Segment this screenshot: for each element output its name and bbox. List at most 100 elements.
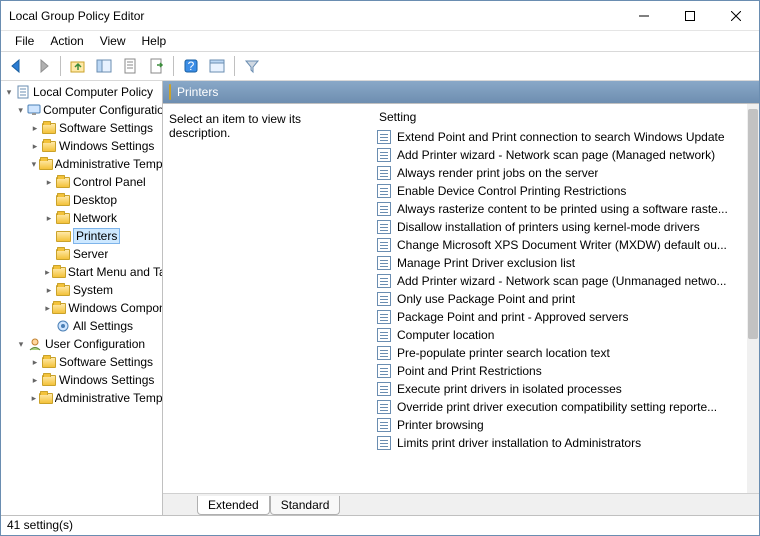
close-button[interactable] (713, 1, 759, 31)
tree-user-configuration[interactable]: ▾User Configuration (1, 335, 162, 353)
list-item-label: Printer browsing (397, 418, 484, 432)
tree-root[interactable]: ▾Local Computer Policy (1, 83, 162, 101)
list-item[interactable]: Extend Point and Print connection to sea… (371, 128, 747, 146)
tree-item[interactable]: ▸Windows Components (1, 299, 162, 317)
folder-icon (41, 357, 57, 368)
policy-setting-icon (377, 256, 391, 270)
scrollbar[interactable] (747, 104, 759, 493)
list-item-label: Always render print jobs on the server (397, 166, 598, 180)
file-menu[interactable]: File (7, 32, 42, 50)
tree-item[interactable]: ▸Network (1, 209, 162, 227)
help-menu[interactable]: Help (134, 32, 175, 50)
action-menu[interactable]: Action (42, 32, 91, 50)
list-item[interactable]: Point and Print Restrictions (371, 362, 747, 380)
tree-computer-configuration[interactable]: ▾Computer Configuration (1, 101, 162, 119)
list-item[interactable]: Execute print drivers in isolated proces… (371, 380, 747, 398)
details-pane: Printers Select an item to view its desc… (163, 81, 759, 515)
chevron-right-icon[interactable]: ▸ (43, 177, 55, 188)
list-item[interactable]: Limits print driver installation to Admi… (371, 434, 747, 452)
list-item[interactable]: Add Printer wizard - Network scan page (… (371, 146, 747, 164)
list-item[interactable]: Change Microsoft XPS Document Writer (MX… (371, 236, 747, 254)
tree-item[interactable]: All Settings (1, 317, 162, 335)
folder-icon (41, 141, 57, 152)
chevron-right-icon[interactable]: ▸ (43, 213, 55, 224)
folder-icon (55, 195, 71, 206)
help-button[interactable]: ? (179, 54, 203, 78)
back-button[interactable] (5, 54, 29, 78)
chevron-down-icon[interactable]: ▾ (3, 87, 15, 98)
list-item-label: Extend Point and Print connection to sea… (397, 130, 725, 144)
list-item[interactable]: Enable Device Control Printing Restricti… (371, 182, 747, 200)
tree-item[interactable]: Server (1, 245, 162, 263)
menu-bar: File Action View Help (1, 31, 759, 51)
chevron-right-icon[interactable]: ▸ (43, 267, 52, 278)
list-item[interactable]: Manage Print Driver exclusion list (371, 254, 747, 272)
policy-setting-icon (377, 382, 391, 396)
policy-setting-icon (377, 148, 391, 162)
list-item[interactable]: Add Printer wizard - Network scan page (… (371, 272, 747, 290)
list-item[interactable]: Package Point and print - Approved serve… (371, 308, 747, 326)
tree-item[interactable]: ▸Software Settings (1, 353, 162, 371)
view-tabs: Extended Standard (163, 493, 759, 515)
tree-item[interactable]: ▸Start Menu and Taskbar (1, 263, 162, 281)
scrollbar-thumb[interactable] (748, 109, 758, 339)
view-menu[interactable]: View (92, 32, 134, 50)
navigation-tree[interactable]: ▾Local Computer Policy ▾Computer Configu… (1, 81, 163, 515)
list-item[interactable]: Only use Package Point and print (371, 290, 747, 308)
list-item[interactable]: Always rasterize content to be printed u… (371, 200, 747, 218)
list-item-label: Package Point and print - Approved serve… (397, 310, 628, 324)
list-item[interactable]: Computer location (371, 326, 747, 344)
status-text: 41 setting(s) (7, 518, 73, 532)
tree-item[interactable]: ▸System (1, 281, 162, 299)
main-area: ▾Local Computer Policy ▾Computer Configu… (1, 81, 759, 515)
templates-button[interactable] (205, 54, 229, 78)
list-item[interactable]: Disallow installation of printers using … (371, 218, 747, 236)
tree-item-printers[interactable]: Printers (1, 227, 162, 245)
chevron-down-icon[interactable]: ▾ (29, 159, 39, 170)
folder-icon (52, 303, 66, 314)
chevron-down-icon[interactable]: ▾ (15, 105, 26, 116)
chevron-right-icon[interactable]: ▸ (29, 375, 41, 386)
chevron-right-icon[interactable]: ▸ (43, 285, 55, 296)
tree-item[interactable]: ▸Windows Settings (1, 371, 162, 389)
folder-open-icon (169, 85, 171, 99)
forward-button[interactable] (31, 54, 55, 78)
tree-item[interactable]: ▸Software Settings (1, 119, 162, 137)
tree-item[interactable]: Desktop (1, 191, 162, 209)
toolbar: ? (1, 51, 759, 81)
properties-button[interactable] (118, 54, 142, 78)
tree-item[interactable]: ▸Administrative Templates (1, 389, 162, 407)
policy-setting-icon (377, 202, 391, 216)
chevron-right-icon[interactable]: ▸ (29, 123, 41, 134)
policy-icon (15, 85, 31, 99)
minimize-button[interactable] (621, 1, 667, 31)
up-folder-button[interactable] (66, 54, 90, 78)
tree-item[interactable]: ▸Windows Settings (1, 137, 162, 155)
tree-item[interactable]: ▾Administrative Templates (1, 155, 162, 173)
list-item-label: Point and Print Restrictions (397, 364, 542, 378)
list-item[interactable]: Always render print jobs on the server (371, 164, 747, 182)
chevron-right-icon[interactable]: ▸ (29, 357, 41, 368)
list-item-label: Limits print driver installation to Admi… (397, 436, 641, 450)
list-item[interactable]: Override print driver execution compatib… (371, 398, 747, 416)
tab-standard[interactable]: Standard (270, 496, 341, 515)
title-bar: Local Group Policy Editor (1, 1, 759, 31)
column-header-setting[interactable]: Setting (371, 104, 747, 128)
list-item-label: Disallow installation of printers using … (397, 220, 700, 234)
tab-extended[interactable]: Extended (197, 496, 270, 515)
chevron-down-icon[interactable]: ▾ (15, 339, 27, 350)
policy-setting-icon (377, 310, 391, 324)
details-title: Printers (177, 85, 218, 99)
tree-item[interactable]: ▸Control Panel (1, 173, 162, 191)
list-item-label: Enable Device Control Printing Restricti… (397, 184, 626, 198)
folder-icon (55, 177, 71, 188)
chevron-right-icon[interactable]: ▸ (43, 303, 52, 314)
chevron-right-icon[interactable]: ▸ (29, 141, 41, 152)
export-button[interactable] (144, 54, 168, 78)
filter-button[interactable] (240, 54, 264, 78)
maximize-button[interactable] (667, 1, 713, 31)
chevron-right-icon[interactable]: ▸ (29, 393, 39, 404)
show-tree-button[interactable] (92, 54, 116, 78)
list-item[interactable]: Printer browsing (371, 416, 747, 434)
list-item[interactable]: Pre-populate printer search location tex… (371, 344, 747, 362)
